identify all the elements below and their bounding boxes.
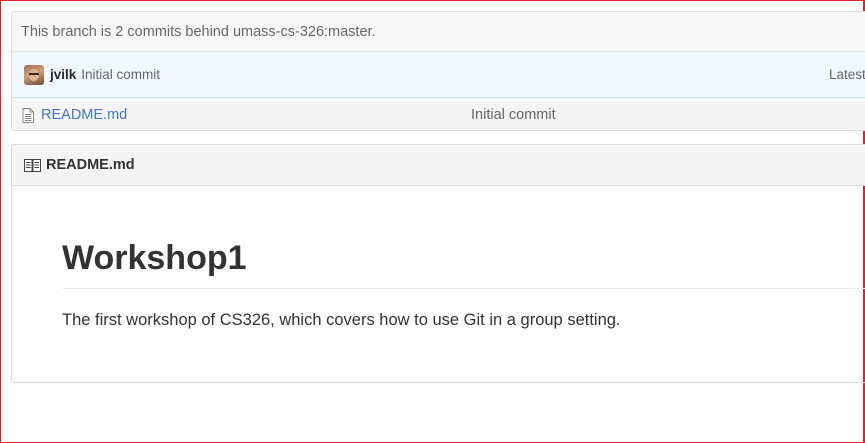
- readme-body: Workshop1 The first workshop of CS326, w…: [12, 186, 865, 330]
- commit-message-link[interactable]: Initial commit: [81, 67, 160, 82]
- readme-header-label: README.md: [46, 157, 135, 173]
- readme-header: README.md: [12, 145, 865, 186]
- file-row: README.md Initial commit: [12, 98, 865, 130]
- file-text-icon: [22, 107, 34, 123]
- latest-commit-bar: jvilk Initial commit Latest: [12, 52, 865, 98]
- commit-author-link[interactable]: jvilk: [50, 67, 76, 82]
- file-name-link[interactable]: README.md: [41, 107, 127, 123]
- readme-panel: README.md Workshop1 The first workshop o…: [11, 144, 865, 383]
- latest-commit-label[interactable]: Latest: [829, 67, 865, 82]
- file-navigation-panel: This branch is 2 commits behind umass-cs…: [11, 11, 865, 131]
- branch-status-text: This branch is 2 commits behind umass-cs…: [21, 23, 376, 40]
- branch-status-bar: This branch is 2 commits behind umass-cs…: [12, 12, 865, 52]
- book-icon: [24, 158, 41, 172]
- readme-description: The first workshop of CS326, which cover…: [62, 311, 621, 329]
- author-avatar[interactable]: [24, 64, 44, 85]
- readme-title: Workshop1: [62, 186, 865, 289]
- file-commit-message-link[interactable]: Initial commit: [471, 107, 556, 123]
